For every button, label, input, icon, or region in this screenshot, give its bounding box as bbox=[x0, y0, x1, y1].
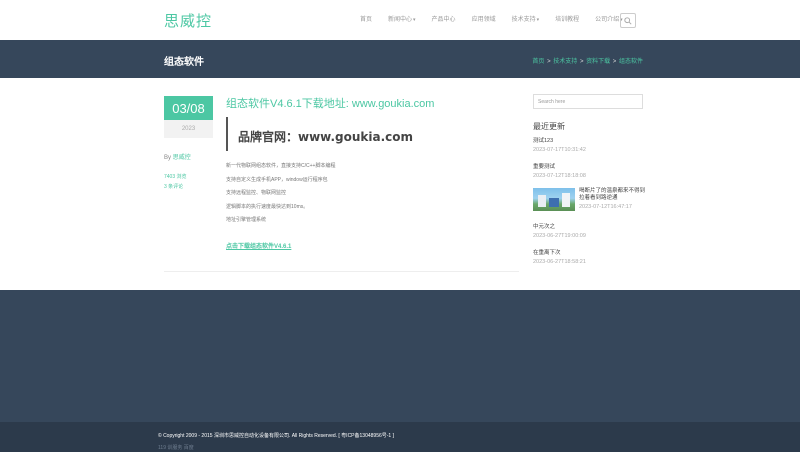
divider bbox=[164, 271, 519, 272]
nav-item-news[interactable]: 新闻中心▾ bbox=[388, 14, 416, 23]
recent-post-date: 2023-07-12T16:47:17 bbox=[579, 204, 632, 210]
main-nav: 首页 新闻中心▾ 产品中心 应用领域 技术支持▾ 培训教程 公司介绍▾ bbox=[352, 14, 631, 23]
recent-post-date: 2023-06-27T19:00:09 bbox=[533, 233, 586, 239]
recent-post-title[interactable]: 重要测试 bbox=[533, 162, 586, 170]
chevron-down-icon: ▾ bbox=[413, 17, 416, 23]
recent-post-title[interactable]: 测试123 bbox=[533, 136, 586, 144]
breadcrumb: 首页 > 技术支持 > 资料下载 > 组态软件 bbox=[532, 59, 643, 65]
nav-item-home[interactable]: 首页 bbox=[360, 14, 372, 23]
post-views: 7403 浏览 bbox=[164, 174, 187, 180]
nav-item-about[interactable]: 公司介绍▾ bbox=[595, 14, 623, 23]
quote-text: 品牌官网：www.goukia.com bbox=[238, 130, 414, 144]
search-icon bbox=[624, 16, 632, 25]
post-blockquote: 品牌官网：www.goukia.com bbox=[226, 117, 413, 151]
breadcrumb-link-downloads[interactable]: 资料下载 bbox=[586, 59, 610, 65]
nav-item-products[interactable]: 产品中心 bbox=[432, 14, 456, 23]
post-line: 地址引擎管理系统 bbox=[226, 217, 267, 223]
breadcrumb-current: 组态软件 bbox=[618, 59, 643, 65]
recent-post-date: 2023-06-27T18:58:21 bbox=[533, 259, 586, 265]
author-link[interactable]: 思威控 bbox=[173, 155, 191, 161]
nav-item-training[interactable]: 培训教程 bbox=[555, 14, 579, 23]
page-title-bar: 组态软件 首页 > 技术支持 > 资料下载 > 组态软件 bbox=[0, 40, 800, 78]
post-line: 支持自定义生成手机APP，window运行程序包 bbox=[226, 176, 328, 183]
recent-post-item: 测试123 2023-07-17T10:31:42 bbox=[533, 136, 586, 153]
post-line: 新一代物联网组态软件，直接支持C/C++脚本编程 bbox=[226, 163, 336, 169]
recent-post-item: 喝断片了的温泉都来不得到拉着看到路逆通 2023-07-12T16:47:17 bbox=[579, 188, 645, 210]
copyright-text: © Copyright 2009 - 2015 深圳市思威控自动化设备有限公司.… bbox=[158, 433, 394, 439]
page-title: 组态软件 bbox=[164, 57, 204, 68]
post-date: 03/08 2023 bbox=[164, 96, 213, 138]
recent-posts-heading: 最近更新 bbox=[533, 122, 565, 131]
recent-post-title[interactable]: 中元次之 bbox=[533, 222, 586, 230]
post-date-day: 03/08 bbox=[164, 96, 213, 120]
site-header: 思威控 首页 新闻中心▾ 产品中心 应用领域 技术支持▾ 培训教程 公司介绍▾ bbox=[0, 0, 800, 40]
site-footer: © Copyright 2009 - 2015 深圳市思威控自动化设备有限公司.… bbox=[0, 422, 800, 452]
footer-stats: 119 训服务 百度 bbox=[158, 445, 194, 451]
main-content: 03/08 2023 By 思威控 7403 浏览 3 条评论 组态软件V4.6… bbox=[0, 78, 800, 290]
breadcrumb-link-home[interactable]: 首页 bbox=[532, 59, 544, 65]
recent-post-date: 2023-07-17T10:31:42 bbox=[533, 147, 586, 153]
nav-item-applications[interactable]: 应用领域 bbox=[472, 14, 496, 23]
post-line: 支持远程监控、物联网监控 bbox=[226, 190, 287, 196]
recent-post-item: 重要测试 2023-07-12T18:18:08 bbox=[533, 162, 586, 179]
site-logo[interactable]: 思威控 bbox=[164, 10, 212, 31]
search-input[interactable] bbox=[533, 94, 643, 109]
recent-post-title[interactable]: 在重离下次 bbox=[533, 248, 586, 256]
search-button[interactable] bbox=[620, 13, 636, 28]
download-link[interactable]: 点击下载组态软件V4.6.1 bbox=[226, 241, 291, 250]
recent-post-title[interactable]: 喝断片了的温泉都来不得到拉着看到路逆通 bbox=[579, 188, 645, 202]
chevron-down-icon: ▾ bbox=[536, 17, 540, 23]
post-line: 逻辑脚本的执行速度最快达到10ms。 bbox=[226, 203, 309, 210]
recent-post-item: 中元次之 2023-06-27T19:00:09 bbox=[533, 222, 586, 239]
recent-post-item: 在重离下次 2023-06-27T18:58:21 bbox=[533, 248, 586, 265]
breadcrumb-link-support[interactable]: 技术支持 bbox=[553, 59, 577, 65]
post-date-year: 2023 bbox=[164, 120, 213, 138]
recent-post-thumbnail[interactable] bbox=[533, 188, 575, 211]
post-author: By 思威控 bbox=[164, 155, 191, 161]
post-title[interactable]: 组态软件V4.6.1下载地址: www.goukia.com bbox=[226, 95, 434, 111]
post-comments-link[interactable]: 3 条评论 bbox=[164, 183, 183, 190]
recent-post-date: 2023-07-12T18:18:08 bbox=[533, 173, 586, 179]
post-body: 新一代物联网组态软件，直接支持C/C++脚本编程 支持自定义生成手机APP，wi… bbox=[226, 160, 335, 228]
nav-item-support[interactable]: 技术支持▾ bbox=[512, 14, 540, 23]
